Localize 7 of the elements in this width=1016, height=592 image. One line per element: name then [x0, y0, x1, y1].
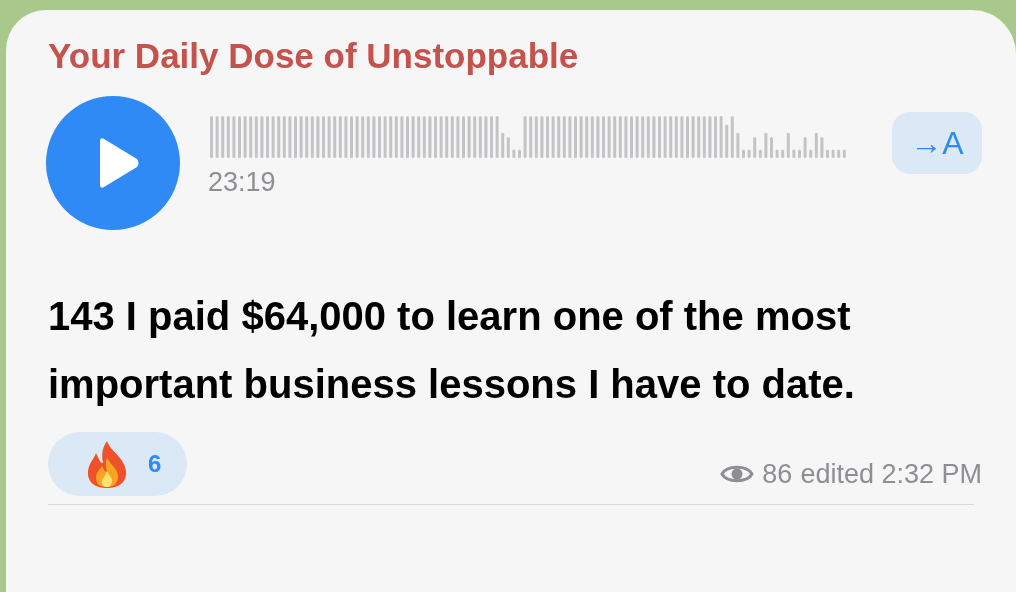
edited-timestamp: edited 2:32 PM [800, 457, 982, 491]
view-count: 86 [762, 457, 793, 491]
message-text: 143 I paid $64,000 to learn one of the most important business lessons I have to date. [48, 293, 856, 408]
reaction-chip[interactable]: 6 [48, 432, 188, 496]
channel-name[interactable]: Your Daily Dose of Unstoppable [48, 36, 974, 76]
translate-button[interactable]: →A [892, 112, 982, 174]
duration-label: 23:19 [208, 166, 276, 198]
